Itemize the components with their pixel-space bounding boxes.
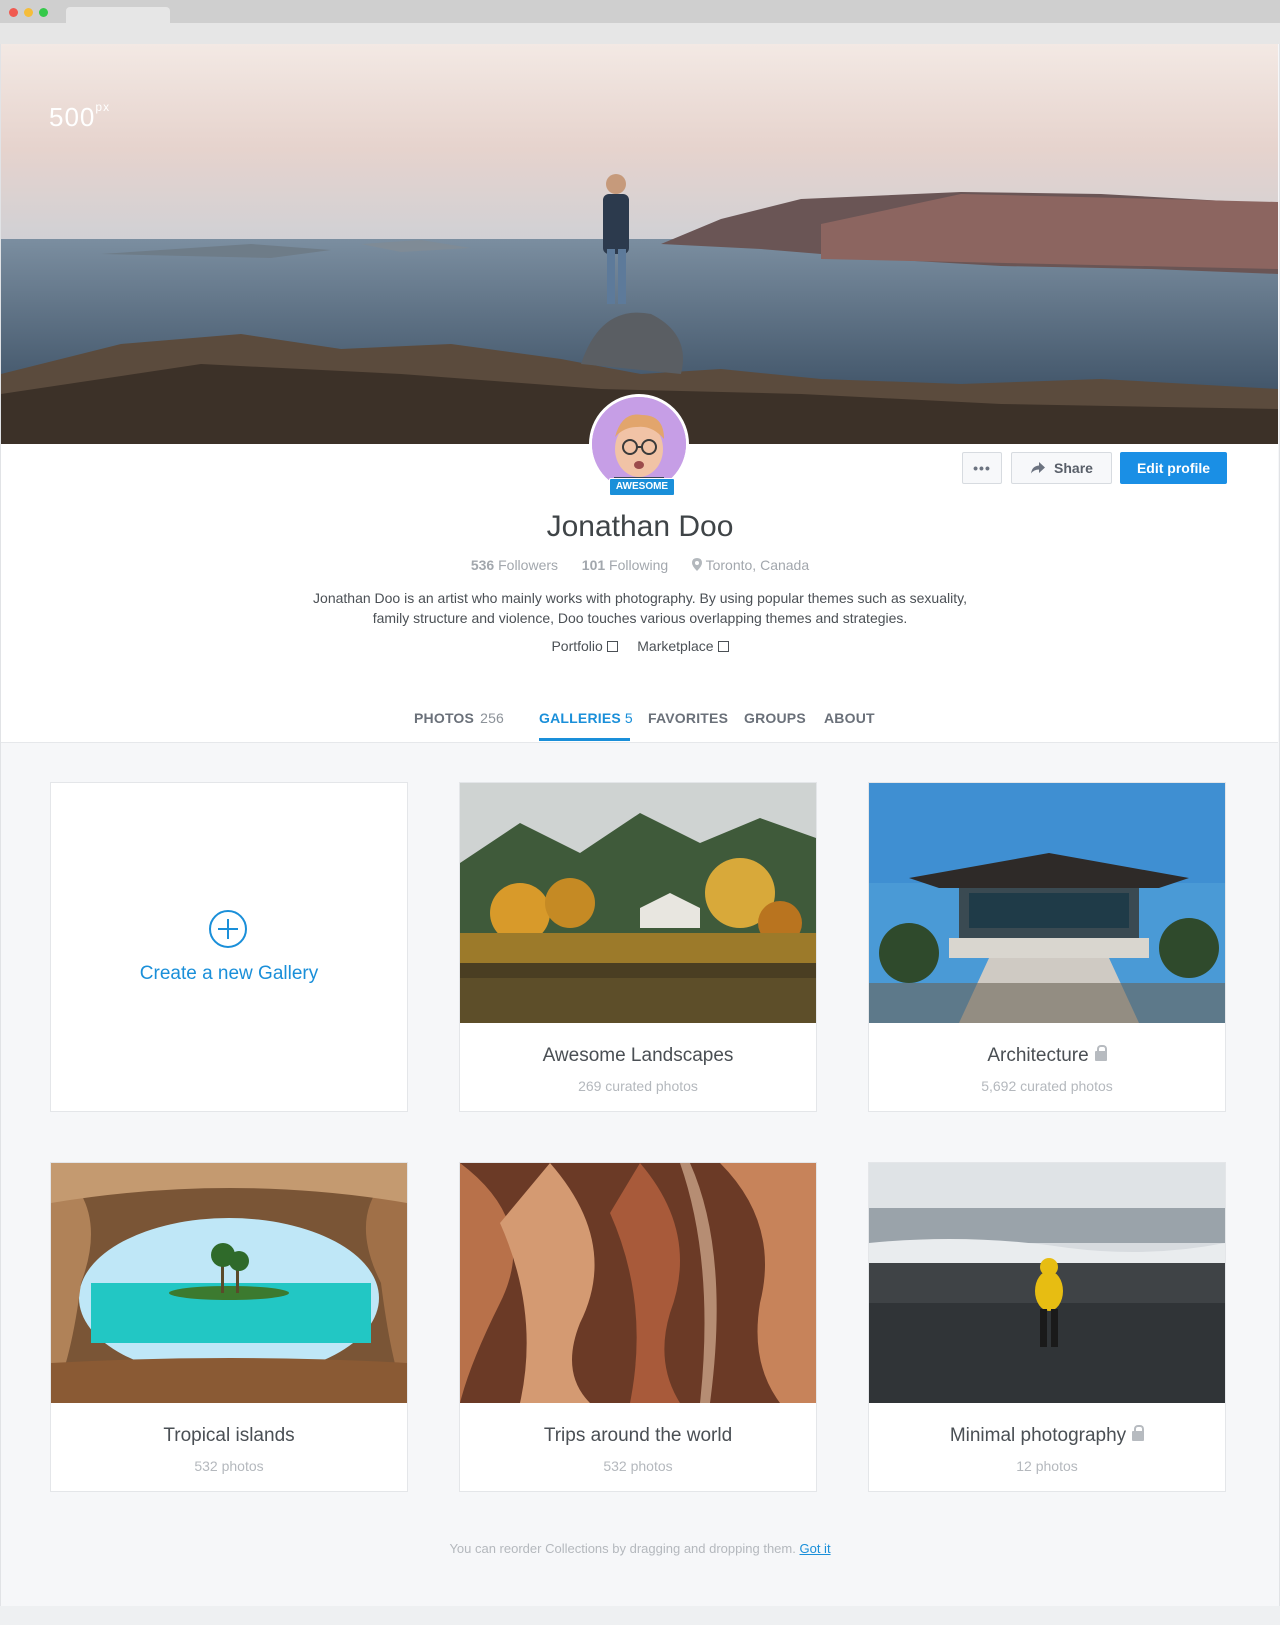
gallery-card-minimal-photography[interactable]: Minimal photography 12 photos — [868, 1162, 1226, 1492]
marketplace-link-label: Marketplace — [637, 638, 714, 654]
minimize-window-icon[interactable] — [24, 8, 33, 17]
location-label: Toronto, Canada — [705, 557, 810, 573]
edit-profile-label: Edit profile — [1136, 460, 1211, 476]
page-footer-strip — [0, 1606, 1280, 1625]
gallery-title: Minimal photography — [949, 1425, 1127, 1446]
bio-line: family structure and violence, Doo touch… — [372, 610, 908, 626]
followers-count[interactable]: 536 — [471, 557, 494, 573]
logo-sup: px — [95, 100, 111, 114]
tab-photos[interactable]: PHOTOS 256 — [414, 710, 504, 726]
gallery-title: Tropical islands — [163, 1425, 295, 1446]
external-link-icon — [606, 641, 618, 652]
portfolio-link[interactable]: Portfolio — [551, 638, 618, 654]
awesome-badge: AWESOME — [609, 478, 675, 496]
gallery-title: Trips around the world — [543, 1425, 733, 1446]
gallery-card-tropical-islands[interactable]: Tropical islands 532 photos — [50, 1162, 408, 1492]
cover-landscape-image — [1, 44, 1278, 444]
bio-line: Jonathan Doo is an artist who mainly wor… — [313, 590, 967, 606]
create-gallery-label: Create a new Gallery — [139, 963, 319, 984]
profile-name: Jonathan Doo — [546, 510, 734, 543]
tab-label: GROUPS — [744, 710, 806, 726]
tab-favorites[interactable]: FAVORITES — [648, 710, 728, 726]
gallery-cover-image — [51, 1163, 407, 1403]
create-gallery-card[interactable]: Create a new Gallery — [50, 782, 408, 1112]
tab-label: ABOUT — [824, 710, 875, 726]
browser-tab[interactable] — [66, 7, 170, 23]
gallery-cover-image — [460, 783, 816, 1023]
gallery-subtitle: 269 curated photos — [578, 1078, 698, 1094]
following-label[interactable]: Following — [609, 557, 668, 573]
following-count[interactable]: 101 — [582, 557, 605, 573]
avatar-face-image — [592, 397, 686, 491]
external-link-icon — [717, 641, 729, 652]
got-it-link[interactable]: Got it — [799, 1541, 830, 1556]
more-options-icon: ••• — [973, 460, 991, 476]
tab-count: 5 — [624, 710, 633, 726]
marketplace-link[interactable]: Marketplace — [637, 638, 729, 654]
tab-about[interactable]: ABOUT — [824, 710, 875, 726]
tab-count: 256 — [480, 710, 505, 726]
gallery-subtitle: 532 photos — [194, 1458, 264, 1474]
lock-icon — [1094, 1045, 1107, 1061]
share-arrow-icon — [1031, 462, 1046, 474]
reorder-hint: You can reorder Collections by dragging … — [0, 1541, 1280, 1556]
followers-label[interactable]: Followers — [498, 557, 558, 573]
tab-label: FAVORITES — [648, 710, 729, 726]
profile-bio: Jonathan Doo is an artist who mainly wor… — [290, 588, 990, 628]
gallery-subtitle: 12 photos — [1016, 1458, 1078, 1474]
gallery-title-row: Architecture — [869, 1045, 1225, 1067]
gallery-title: Architecture — [987, 1045, 1089, 1066]
plus-circle-icon — [209, 910, 247, 948]
close-window-icon[interactable] — [9, 8, 18, 17]
browser-titlebar — [0, 0, 1280, 23]
hint-text: You can reorder Collections by dragging … — [449, 1541, 796, 1556]
lock-icon — [1132, 1425, 1145, 1441]
profile-stats: 536 Followers 101 Following Toronto, Can… — [0, 557, 1280, 573]
profile-links: Portfolio Marketplace — [0, 638, 1280, 654]
tab-groups[interactable]: GROUPS — [744, 710, 806, 726]
more-options-button[interactable]: ••• — [962, 452, 1002, 484]
gallery-title-row: Minimal photography — [869, 1425, 1225, 1447]
share-button[interactable]: Share — [1011, 452, 1112, 484]
profile-tabs: PHOTOS 256 GALLERIES 5 FAVORITES GROUPS AB… — [1, 692, 1278, 743]
tab-label: PHOTOS — [414, 710, 475, 726]
tab-label: GALLERIES — [539, 710, 621, 726]
500px-logo[interactable]: 500px — [49, 100, 111, 133]
portfolio-link-label: Portfolio — [551, 638, 603, 654]
gallery-cover-image — [869, 783, 1225, 1023]
gallery-card-awesome-landscapes[interactable]: Awesome Landscapes 269 curated photos — [459, 782, 817, 1112]
gallery-card-trips-around-the-world[interactable]: Trips around the world 532 photos — [459, 1162, 817, 1492]
gallery-subtitle: 532 photos — [603, 1458, 673, 1474]
maximize-window-icon[interactable] — [39, 8, 48, 17]
share-label: Share — [1054, 460, 1093, 476]
browser-chrome — [0, 0, 1280, 44]
edit-profile-button[interactable]: Edit profile — [1120, 452, 1227, 484]
cover-photo: 500px — [1, 44, 1278, 444]
active-tab-indicator — [539, 738, 630, 741]
tab-galleries[interactable]: GALLERIES 5 — [539, 710, 633, 726]
location-pin-icon — [691, 558, 702, 571]
gallery-cover-image — [460, 1163, 816, 1403]
gallery-cover-image — [869, 1163, 1225, 1403]
gallery-subtitle: 5,692 curated photos — [981, 1078, 1113, 1094]
logo-text: 500 — [49, 102, 96, 132]
gallery-title: Awesome Landscapes — [542, 1045, 734, 1066]
gallery-card-architecture[interactable]: Architecture 5,692 curated photos — [868, 782, 1226, 1112]
